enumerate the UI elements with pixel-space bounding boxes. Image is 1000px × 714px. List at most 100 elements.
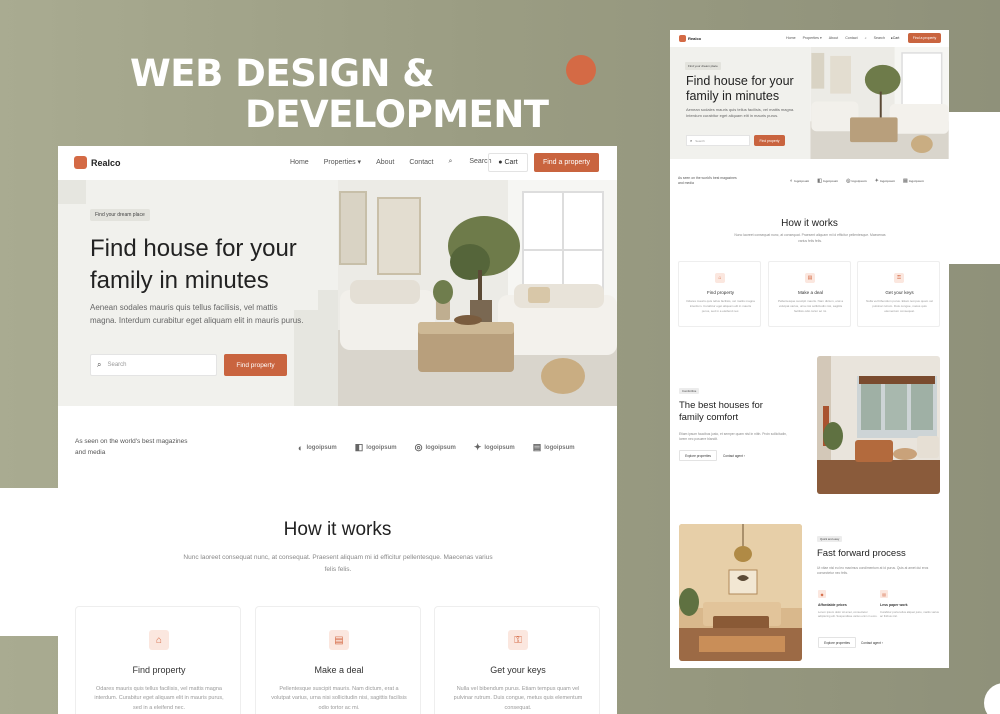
hero-chip: Find your dream place [90,209,150,221]
brand-logo[interactable]: Realco [679,35,701,42]
partner-logo: ✦ logoipsum [875,178,895,184]
how-it-works-subtitle: Nunc laoreet consequat nunc, at consequa… [183,554,493,573]
partner-name: logoipsum [794,179,810,183]
contact-agent-link[interactable]: Contact agent › [861,641,883,645]
main-nav: Home Properties ▾ About Contact ⌕ Search [290,158,522,166]
hero-chip: Find your dream place [685,62,721,70]
step-card-keys: ⚿ Get your keys Nulla vel bibendum purus… [434,606,600,714]
partner-logo: ▤ logoipsum [903,178,924,184]
search-icon: ⌕ [448,158,455,165]
process-title: Fast forward process [817,548,906,559]
partner-logo: ▤ logoipsum [533,442,575,453]
partner-mark-icon: ✦ [874,178,879,184]
partner-mark-icon: ◐ [298,442,304,453]
partner-name: logoipsum [425,444,456,451]
nav-properties[interactable]: Properties ▾ [324,158,361,166]
step-card-text: Pellentesque suscipit mauris. Nam dictum… [777,299,844,313]
step-card-text: Pellentesque suscipit mauris. Nam dictum… [271,686,407,711]
partner-logo: ◎ logoipsum [846,178,867,184]
document-icon: ▤ [805,273,815,283]
brand-mark-icon [679,35,686,42]
cart-button[interactable]: ● Cart [885,33,905,43]
contact-agent-link[interactable]: Contact agent › [723,454,745,458]
home-icon: ⌂ [715,273,725,283]
find-property-button[interactable]: Find property [754,135,785,146]
partner-logo: ✦ logoipsum [474,442,515,453]
explore-properties-button[interactable]: Explore properties [679,450,717,461]
process-chip: Quick and easy [817,536,843,542]
partner-mark-icon: ◐ [790,178,794,184]
document-icon: ▤ [880,590,888,598]
how-it-works-title: How it works [283,519,392,540]
brand-logo[interactable]: Realco [74,156,121,169]
nav-home[interactable]: Home [290,159,309,166]
brand-name: Realco [91,157,121,168]
partner-mark-icon: ▤ [903,178,908,184]
hero-lead: Aenean sodales mauris quis tellus facili… [686,107,795,119]
hero-search-input[interactable]: ⌕ Search [90,354,217,376]
partner-name: logoipsum [366,444,397,451]
process-text: Ut vitae nisl eu leo maximus condimentum… [817,566,929,576]
hero-lead: Aenean sodales mauris quis tellus facili… [90,303,304,325]
partner-mark-icon: ◎ [414,442,423,452]
headline-line-1: WEB DESIGN & [130,52,435,95]
hero-panel: Find your dream place Find house for you… [670,47,810,159]
step-card-title: Find property [132,665,186,675]
search-icon: ⌕ [864,36,867,40]
search-placeholder: Search [695,138,705,143]
step-card-title: Make a deal [797,290,824,295]
backdrop-panel-left [0,488,60,636]
find-property-nav-button[interactable]: Find a property [534,153,599,172]
comfort-text: Etiam ipsum faucibus justo, et semper qu… [679,432,787,442]
backdrop-panel-right [948,112,1000,264]
step-card-title: Find property [706,290,735,295]
step-card-text: Odares mauris quis tellus facilisis, vel… [686,299,755,313]
brand-mark-icon [74,156,87,169]
cart-button[interactable]: ● Cart [488,153,528,172]
nav-home[interactable]: Home [786,36,796,40]
step-card-keys: ⚿ Get your keys Nulla vel bibendum purus… [857,261,940,327]
feature-title: Affordable prices [818,603,847,607]
nav-about[interactable]: About [829,36,838,40]
comfort-chip: Comfortline [679,388,700,394]
partner-logo: ◧ logoipsum [817,178,838,184]
step-card-find: ⌂ Find property Odares mauris quis tellu… [75,606,241,714]
step-card-deal: ▤ Make a deal Pellentesque suscipit maur… [255,606,421,714]
partner-name: logoipsum [851,179,867,183]
home-icon: ⌂ [149,630,169,650]
hero-search-input[interactable]: ⌕ Search [686,135,750,146]
decor-corner-dot [984,683,1000,714]
step-card-title: Make a deal [314,665,364,675]
partner-mark-icon: ◎ [846,178,851,184]
decor-dot [566,55,596,85]
nav-contact[interactable]: Contact [409,159,433,166]
trust-text: As seen on the world's best magazines an… [75,438,188,457]
hero-title: Find house for your family in minutes [686,74,794,103]
step-card-text: Nulla vel bibendum purus. Etiam tempus q… [866,299,933,313]
partner-name: logoipsum [879,179,896,183]
partner-name: logoipsum [306,444,337,451]
how-it-works-subtitle: Nunc laoreet consequat nunc, at consequa… [734,233,886,243]
hero-title: Find house for your family in minutes [90,235,297,294]
partner-logos: ◐ logoipsum ◧ logoipsum ◎ logoipsum ✦ logoip… [298,442,593,453]
find-property-nav-button[interactable]: Find a property [908,33,941,43]
nav-about[interactable]: About [376,159,394,166]
search-icon: ⌕ [690,138,693,143]
partner-mark-icon: ◧ [817,178,822,184]
nav-properties[interactable]: Properties ▾ [803,36,822,40]
how-it-works-title: How it works [781,218,838,229]
explore-properties-button[interactable]: Explore properties [818,637,856,648]
partner-logo: ◧ logoipsum [355,442,397,453]
brand-name: Realco [688,36,702,41]
cart-label: Cart [892,36,900,40]
feature-title: Less paper work [880,603,908,607]
mockup-large: Realco Home Properties ▾ About Contact ⌕… [58,146,617,714]
hero-step-decor [58,180,86,204]
hero-panel: Find your dream place Find house for you… [58,180,338,406]
step-card-deal: ▤ Make a deal Pellentesque suscipit maur… [768,261,851,327]
find-property-button[interactable]: Find property [224,354,287,376]
search-icon: ⌕ [97,360,102,369]
step-card-find: ⌂ Find property Odares mauris quis tellu… [678,261,761,327]
hero-living-room-image [810,47,949,159]
nav-contact[interactable]: Contact [845,36,857,40]
